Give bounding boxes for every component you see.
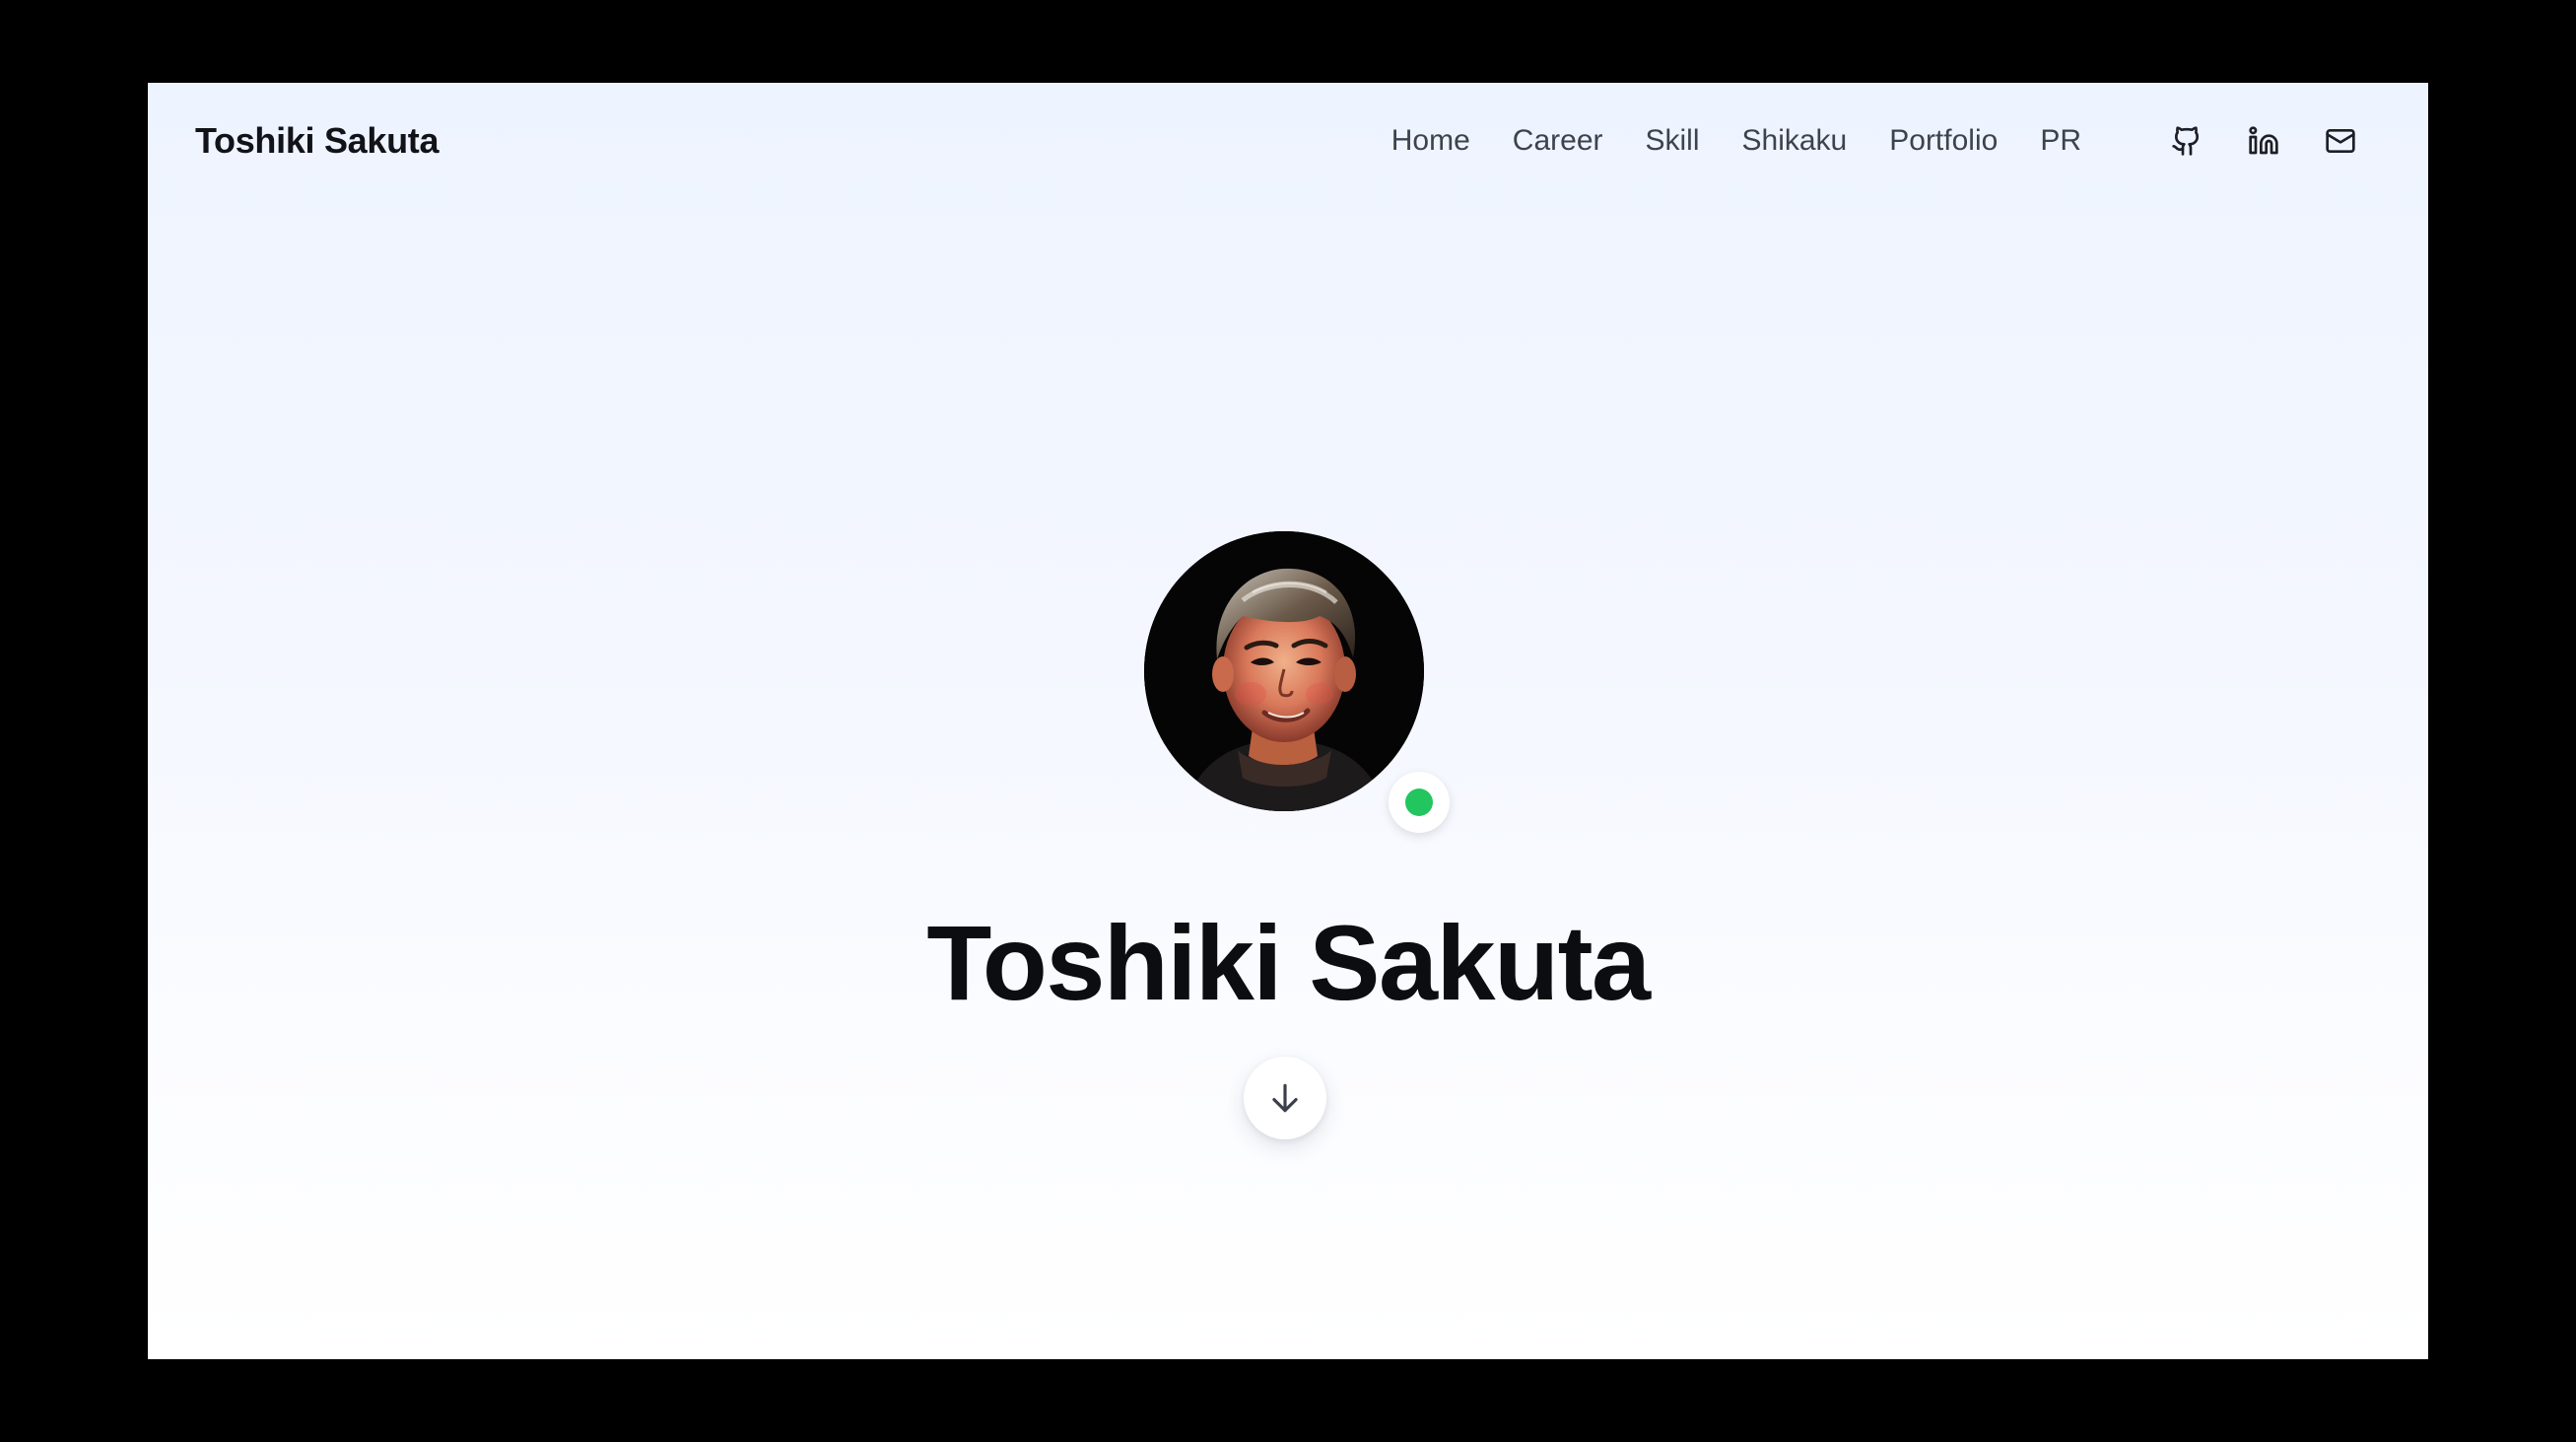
main-nav: Home Career Skill Shikaku Portfolio PR [1391, 110, 2357, 172]
page: Toshiki Sakuta Home Career Skill Shikaku… [148, 83, 2428, 1359]
arrow-down-icon [1272, 1083, 1298, 1113]
mail-icon[interactable] [2324, 124, 2357, 158]
profile-avatar-container [1144, 531, 1450, 833]
avatar [1144, 531, 1424, 811]
nav-portfolio[interactable]: Portfolio [1889, 124, 1998, 158]
scroll-down-button[interactable] [1244, 1057, 1326, 1139]
online-status-badge [1389, 772, 1450, 833]
nav-shikaku[interactable]: Shikaku [1742, 124, 1848, 158]
hero-name: Toshiki Sakuta [926, 903, 1651, 1023]
site-logo[interactable]: Toshiki Sakuta [195, 120, 440, 162]
linkedin-icon[interactable] [2247, 124, 2280, 158]
nav-home[interactable]: Home [1391, 124, 1470, 158]
github-icon[interactable] [2170, 124, 2203, 158]
nav-career[interactable]: Career [1513, 124, 1603, 158]
online-status-dot [1405, 789, 1433, 816]
nav-skill[interactable]: Skill [1646, 124, 1700, 158]
portrait-illustration [1144, 531, 1424, 811]
nav-pr[interactable]: PR [2040, 124, 2081, 158]
